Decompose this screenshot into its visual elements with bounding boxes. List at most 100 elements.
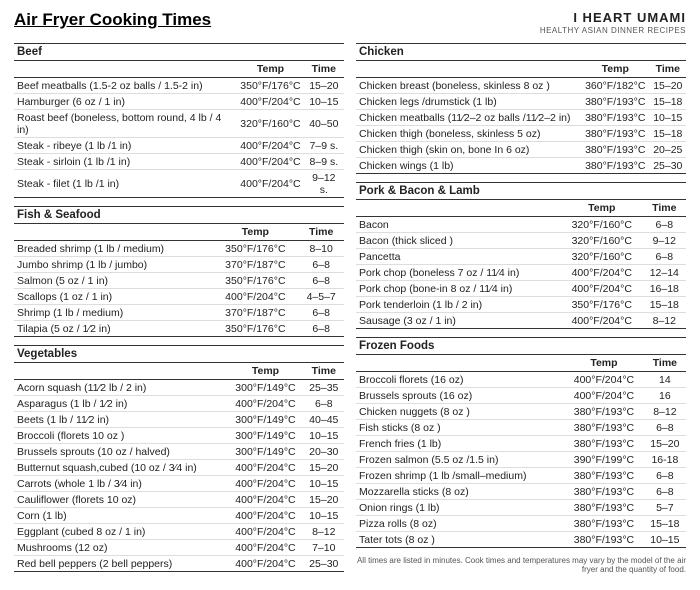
food-item: Tilapia (5 oz / 1⁄2 in) xyxy=(14,321,212,337)
table-row: Bacon (thick sliced )320°F/160°C9–12 xyxy=(356,233,686,249)
food-item: Acorn squash (11⁄2 lb / 2 in) xyxy=(14,380,227,396)
time-value: 15–18 xyxy=(643,297,686,313)
temp-value: 300°F/149°C xyxy=(227,412,303,428)
page-title: Air Fryer Cooking Times xyxy=(14,10,211,30)
time-value: 10–15 xyxy=(644,532,686,548)
food-item: Frozen salmon (5.5 oz /1.5 in) xyxy=(356,452,564,468)
temp-value: 400°F/204°C xyxy=(212,289,298,305)
food-item: Pizza rolls (8 oz) xyxy=(356,516,564,532)
logo: I HEART UMAMI HEALTHY ASIAN DINNER RECIP… xyxy=(540,10,686,35)
temp-value: 380°F/193°C xyxy=(564,532,644,548)
time-value: 6–8 xyxy=(298,257,344,273)
time-value: 6–8 xyxy=(298,305,344,321)
food-item: Brussels sprouts (10 oz / halved) xyxy=(14,444,227,460)
temp-value: 380°F/193°C xyxy=(581,94,650,110)
chicken-title: Chicken xyxy=(356,44,686,61)
food-item: Mushrooms (12 oz) xyxy=(14,540,227,556)
food-item: Chicken meatballs (11⁄2–2 oz balls /11⁄2… xyxy=(356,110,581,126)
food-item: Eggplant (cubed 8 oz / 1 in) xyxy=(14,524,227,540)
time-value: 15–20 xyxy=(650,78,686,94)
temp-value: 400°F/204°C xyxy=(237,154,303,170)
time-value: 15–20 xyxy=(304,78,344,94)
temp-value: 350°F/176°C xyxy=(212,273,298,289)
time-value: 10–15 xyxy=(304,94,344,110)
beef-col-temp: Temp xyxy=(237,61,303,78)
temp-value: 380°F/193°C xyxy=(581,158,650,174)
pork-col-time: Time xyxy=(643,200,686,217)
table-row: Butternut squash,cubed (10 oz / 3⁄4 in)4… xyxy=(14,460,344,476)
table-row: Bacon320°F/160°C6–8 xyxy=(356,217,686,233)
food-item: Roast beef (boneless, bottom round, 4 lb… xyxy=(14,110,237,138)
time-value: 16–18 xyxy=(643,281,686,297)
time-value: 7–9 s. xyxy=(304,138,344,154)
food-item: Pancetta xyxy=(356,249,561,265)
frozen-title: Frozen Foods xyxy=(356,338,686,355)
chicken-section: Chicken Temp Time Chicken breast (bonele… xyxy=(356,43,686,174)
food-item: French fries (1 lb) xyxy=(356,436,564,452)
temp-value: 380°F/193°C xyxy=(564,500,644,516)
frozen-col-time: Time xyxy=(644,355,686,372)
time-value: 8–12 xyxy=(304,524,344,540)
table-row: Chicken breast (boneless, skinless 8 oz … xyxy=(356,78,686,94)
food-item: Beef meatballs (1.5-2 oz balls / 1.5-2 i… xyxy=(14,78,237,94)
food-item: Pork tenderloin (1 lb / 2 in) xyxy=(356,297,561,313)
time-value: 10–15 xyxy=(650,110,686,126)
food-item: Beets (1 lb / 11⁄2 in) xyxy=(14,412,227,428)
chicken-col-item xyxy=(356,61,581,78)
food-item: Mozzarella sticks (8 oz) xyxy=(356,484,564,500)
time-value: 40–50 xyxy=(304,110,344,138)
fish-title: Fish & Seafood xyxy=(14,207,344,224)
logo-sub: HEALTHY ASIAN DINNER RECIPES xyxy=(540,26,686,36)
table-row: Hamburger (6 oz / 1 in)400°F/204°C10–15 xyxy=(14,94,344,110)
temp-value: 400°F/204°C xyxy=(227,556,303,572)
logo-main: I HEART UMAMI xyxy=(540,10,686,26)
table-row: Pizza rolls (8 oz)380°F/193°C15–18 xyxy=(356,516,686,532)
time-value: 8–9 s. xyxy=(304,154,344,170)
temp-value: 320°F/160°C xyxy=(237,110,303,138)
temp-value: 380°F/193°C xyxy=(564,468,644,484)
food-item: Chicken wings (1 lb) xyxy=(356,158,581,174)
food-item: Chicken thigh (boneless, skinless 5 oz) xyxy=(356,126,581,142)
time-value: 25–30 xyxy=(304,556,344,572)
food-item: Onion rings (1 lb) xyxy=(356,500,564,516)
time-value: 8–12 xyxy=(644,404,686,420)
time-value: 4–5–7 xyxy=(298,289,344,305)
table-row: Pork chop (boneless 7 oz / 11⁄4 in)400°F… xyxy=(356,265,686,281)
temp-value: 400°F/204°C xyxy=(561,313,643,329)
frozen-col-temp: Temp xyxy=(564,355,644,372)
left-column: Beef Temp Time Beef meatballs (1.5-2 oz … xyxy=(14,43,344,580)
temp-value: 300°F/149°C xyxy=(227,380,303,396)
beef-col-item xyxy=(14,61,237,78)
time-value: 6–8 xyxy=(643,249,686,265)
time-value: 16 xyxy=(644,388,686,404)
temp-value: 300°F/149°C xyxy=(227,428,303,444)
food-item: Asparagus (1 lb / 1⁄2 in) xyxy=(14,396,227,412)
table-row: Salmon (5 oz / 1 in)350°F/176°C6–8 xyxy=(14,273,344,289)
time-value: 10–15 xyxy=(304,476,344,492)
beef-col-time: Time xyxy=(304,61,344,78)
veg-col-temp: Temp xyxy=(227,363,303,380)
food-item: Red bell peppers (2 bell peppers) xyxy=(14,556,227,572)
table-row: Jumbo shrimp (1 lb / jumbo)370°F/187°C6–… xyxy=(14,257,344,273)
table-row: French fries (1 lb)380°F/193°C15–20 xyxy=(356,436,686,452)
pork-col-temp: Temp xyxy=(561,200,643,217)
time-value: 6–8 xyxy=(298,321,344,337)
time-value: 25–35 xyxy=(304,380,344,396)
table-row: Tater tots (8 oz )380°F/193°C10–15 xyxy=(356,532,686,548)
table-row: Beef meatballs (1.5-2 oz balls / 1.5-2 i… xyxy=(14,78,344,94)
food-item: Butternut squash,cubed (10 oz / 3⁄4 in) xyxy=(14,460,227,476)
table-row: Broccoli florets (16 oz)400°F/204°C14 xyxy=(356,372,686,388)
table-row: Brussels sprouts (10 oz / halved)300°F/1… xyxy=(14,444,344,460)
food-item: Shrimp (1 lb / medium) xyxy=(14,305,212,321)
table-row: Onion rings (1 lb)380°F/193°C5–7 xyxy=(356,500,686,516)
veg-col-time: Time xyxy=(304,363,344,380)
table-row: Shrimp (1 lb / medium)370°F/187°C6–8 xyxy=(14,305,344,321)
time-value: 6–8 xyxy=(304,396,344,412)
table-row: Corn (1 lb)400°F/204°C10–15 xyxy=(14,508,344,524)
veg-col-item xyxy=(14,363,227,380)
time-value: 6–8 xyxy=(644,484,686,500)
temp-value: 400°F/204°C xyxy=(237,138,303,154)
table-row: Scallops (1 oz / 1 in)400°F/204°C4–5–7 xyxy=(14,289,344,305)
temp-value: 350°F/176°C xyxy=(212,321,298,337)
temp-value: 350°F/176°C xyxy=(237,78,303,94)
